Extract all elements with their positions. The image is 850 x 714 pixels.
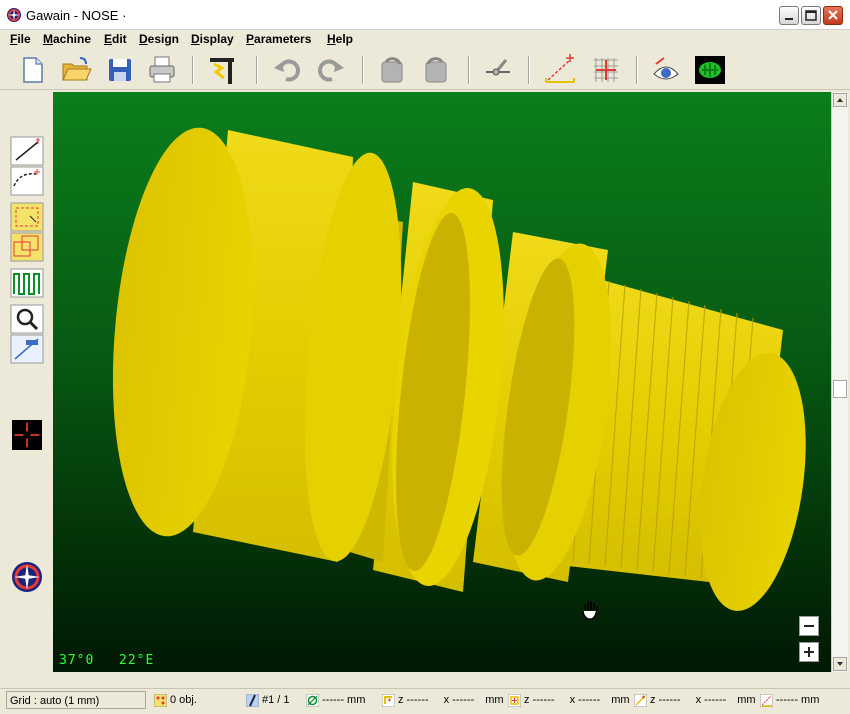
menu-edit[interactable]: Edit — [104, 32, 127, 46]
machine-tool-icon[interactable] — [206, 54, 238, 86]
toolbar-separator — [468, 56, 470, 84]
point-corner-icon — [382, 693, 395, 707]
toolbar-separator — [192, 56, 194, 84]
zoom-icon[interactable] — [10, 304, 44, 334]
objects-status: 0 obj. — [154, 691, 240, 709]
tool-path-icon[interactable] — [482, 54, 514, 86]
plus-icon — [804, 647, 814, 657]
compass-icon[interactable] — [10, 560, 44, 594]
scroll-down-button[interactable] — [833, 657, 847, 671]
diameter-value: ------ mm — [322, 694, 366, 706]
coord-y-readout: 22°E — [119, 653, 155, 668]
minimize-icon — [785, 18, 793, 20]
point2-unit: mm — [611, 694, 630, 706]
grid-status-text: Grid : auto (1 mm) — [10, 695, 100, 707]
new-file-icon[interactable] — [16, 54, 48, 86]
crosshair-icon[interactable] — [10, 420, 44, 450]
main-toolbar — [0, 50, 850, 90]
point2-x: x ------ — [569, 694, 601, 706]
close-icon — [828, 10, 838, 20]
objects-count: 0 obj. — [170, 694, 197, 706]
point3-x: x ------ — [695, 694, 727, 706]
render-3d-icon[interactable] — [694, 54, 726, 86]
zoom-in-button[interactable] — [799, 642, 819, 662]
arrow-up-icon — [837, 98, 843, 102]
status-bar: Grid : auto (1 mm) 0 obj. #1 / 1 ------ … — [0, 688, 850, 714]
length-value: ------ mm — [776, 694, 820, 706]
open-folder-icon[interactable] — [60, 54, 92, 86]
zoom-out-button[interactable] — [799, 616, 819, 636]
select-region-icon[interactable] — [10, 202, 44, 232]
point3-unit: mm — [737, 694, 756, 706]
menu-bar: File Machine Edit Design Display Paramet… — [0, 30, 850, 50]
grid-status: Grid : auto (1 mm) — [6, 691, 146, 709]
dimension-icon[interactable] — [10, 334, 44, 364]
redo-icon[interactable] — [314, 54, 346, 86]
undo-icon[interactable] — [272, 54, 304, 86]
left-toolbar — [0, 92, 52, 672]
3d-viewport[interactable]: 37°0 22°E — [53, 92, 831, 672]
move-region-icon[interactable] — [10, 232, 44, 262]
menu-machine[interactable]: Machine — [43, 32, 91, 46]
point3-z: z ------ — [650, 694, 681, 706]
diameter-status: ------ mm — [306, 691, 378, 709]
point1-unit: mm — [485, 694, 504, 706]
toolbar-separator — [362, 56, 364, 84]
rotate-left-icon[interactable] — [376, 54, 408, 86]
tool-status: #1 / 1 — [246, 691, 302, 709]
vertical-scrollbar[interactable] — [831, 92, 848, 672]
point-line-icon — [634, 693, 647, 707]
draw-line-icon[interactable] — [10, 136, 44, 166]
point1-z: z ------ — [398, 694, 429, 706]
length-status: ------ mm — [760, 691, 846, 709]
print-icon[interactable] — [146, 54, 178, 86]
draw-arc-icon[interactable] — [10, 166, 44, 196]
window-title: Gawain - NOSE · — [26, 8, 127, 23]
toolbar-separator — [256, 56, 258, 84]
coord-x-readout: 37°0 — [59, 653, 95, 668]
point-center-icon — [508, 693, 521, 707]
point1-x: x ------ — [443, 694, 475, 706]
point2-z: z ------ — [524, 694, 555, 706]
rotate-right-icon[interactable] — [420, 54, 452, 86]
length-icon — [760, 693, 773, 707]
grid-target-icon[interactable] — [590, 54, 622, 86]
maximize-button[interactable] — [801, 6, 821, 25]
menu-parameters[interactable]: Parameters — [246, 32, 311, 46]
eye-view-icon[interactable] — [650, 54, 682, 86]
turned-part-render — [112, 127, 806, 611]
point3-status: z ------ x ------ mm — [634, 691, 756, 709]
scroll-up-button[interactable] — [833, 93, 847, 107]
arrow-down-icon — [837, 662, 843, 666]
scroll-thumb[interactable] — [833, 380, 847, 398]
title-bar: Gawain - NOSE · — [0, 0, 850, 30]
objects-icon — [154, 693, 167, 707]
minimize-button[interactable] — [779, 6, 799, 25]
tool-number: #1 / 1 — [262, 694, 290, 706]
menu-design[interactable]: Design — [139, 32, 179, 46]
diameter-icon — [306, 693, 319, 707]
maximize-icon — [805, 10, 817, 21]
menu-display[interactable]: Display — [191, 32, 234, 46]
menu-help[interactable]: Help — [327, 32, 353, 46]
minus-icon — [804, 625, 814, 627]
measure-line-icon[interactable] — [544, 54, 576, 86]
menu-file[interactable]: File — [10, 32, 31, 46]
close-button[interactable] — [823, 6, 843, 25]
toolbar-separator — [636, 56, 638, 84]
save-icon[interactable] — [104, 54, 136, 86]
toolbar-separator — [528, 56, 530, 84]
tool-icon — [246, 693, 259, 707]
profile-icon[interactable] — [10, 268, 44, 298]
point2-status: z ------ x ------ mm — [508, 691, 630, 709]
gawain-app-icon — [7, 8, 21, 22]
point1-status: z ------ x ------ mm — [382, 691, 504, 709]
hand-cursor-icon — [582, 601, 598, 620]
